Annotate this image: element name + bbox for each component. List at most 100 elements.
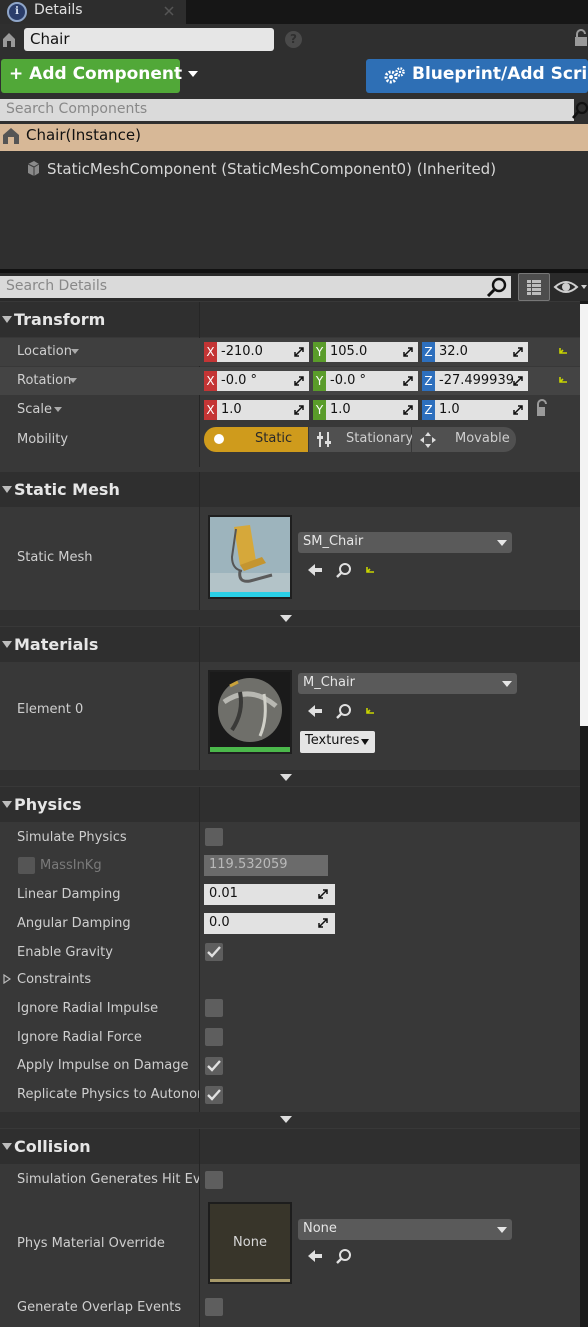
instance-label: Chair(Instance) [26,126,142,144]
mass-label: MassInKg [40,858,102,873]
replicate-physics-checkbox[interactable] [205,1086,223,1104]
browse-magnifier-icon[interactable] [335,702,353,720]
search-details-input[interactable]: Search Details [0,276,511,298]
axis-y-label: Y [313,342,326,362]
drag-handle-icon[interactable] [513,405,523,415]
drag-handle-icon[interactable] [403,347,413,357]
browse-magnifier-icon[interactable] [335,561,353,579]
axis-z-label: Z [422,342,435,362]
mass-override-checkbox[interactable] [18,857,35,874]
enable-gravity-label: Enable Gravity [17,945,113,960]
add-component-button[interactable]: + Add Component [1,59,199,93]
angular-damping-field[interactable]: 0.0 [204,913,335,934]
help-icon[interactable]: ? [285,31,302,48]
scrollbar-thumb[interactable] [580,304,588,726]
static-mesh-thumbnail[interactable] [208,515,292,599]
drag-handle-icon[interactable] [513,376,523,386]
simulate-physics-checkbox[interactable] [205,828,223,846]
category-physics[interactable] [0,787,580,822]
material-combo[interactable]: M_Chair [298,673,517,694]
static-icon [214,434,224,444]
property-matrix-button[interactable] [518,273,550,301]
sim-hit-events-checkbox[interactable] [205,1171,223,1189]
drag-handle-icon[interactable] [294,347,304,357]
close-icon[interactable] [163,5,175,17]
chevron-right-icon[interactable] [3,974,11,984]
replicate-label-clip: Replicate Physics to Autonomou [17,1087,199,1102]
blueprint-label: Blueprint/Add Script [412,64,588,84]
browse-magnifier-icon[interactable] [335,1247,353,1265]
drag-handle-icon[interactable] [318,918,328,928]
move-arrows-icon [420,432,436,448]
chevron-down-icon [497,1227,507,1233]
actor-name-input[interactable]: Chair [24,28,274,51]
sim-hit-events-label: Simulation Generates Hit Events [17,1172,199,1187]
chevron-down-icon [2,486,12,493]
splitter[interactable] [0,269,588,273]
enable-gravity-checkbox[interactable] [205,943,223,961]
stationary-icon [317,432,331,447]
axis-z-label: Z [422,400,435,420]
material-thumbnail[interactable] [208,670,292,754]
ignore-radial-force-checkbox[interactable] [205,1028,223,1046]
use-selected-arrow-icon[interactable] [306,561,324,579]
search-icon[interactable] [572,100,588,120]
axis-y-label: Y [313,371,326,391]
lock-icon[interactable] [534,398,550,418]
chevron-down-icon[interactable] [71,349,79,354]
static-mesh-value: SM_Chair [303,534,364,549]
phys-material-label: Phys Material Override [17,1236,165,1251]
drag-handle-icon[interactable] [294,405,304,415]
phys-material-value: None [303,1221,337,1236]
drag-handle-icon[interactable] [318,889,328,899]
ignore-radial-impulse-checkbox[interactable] [205,999,223,1017]
category-title: Materials [14,635,99,654]
eye-icon[interactable] [553,275,588,299]
drag-handle-icon[interactable] [294,376,304,386]
overlap-events-label: Generate Overlap Events [17,1300,182,1315]
axis-x-label: X [204,400,217,420]
use-selected-arrow-icon[interactable] [306,702,324,720]
linear-damping-field[interactable]: 0.01 [204,884,335,905]
search-components-input[interactable]: Search Components [0,99,574,121]
axis-y-label: Y [313,400,326,420]
phys-material-thumb-text: None [233,1235,267,1250]
search-icon[interactable] [486,277,508,297]
thumbnail-underline [210,1279,290,1282]
chevron-down-icon[interactable] [69,378,77,383]
material-sphere-image [210,672,290,752]
location-label: Location [17,344,72,359]
chevron-down-icon [188,71,199,77]
apply-impulse-checkbox[interactable] [205,1057,223,1075]
axis-z-label: Z [422,371,435,391]
chevron-down-icon [2,641,12,648]
reset-arrow-icon[interactable] [365,565,376,575]
reset-arrow-icon[interactable] [365,706,376,716]
use-selected-arrow-icon[interactable] [306,1247,324,1265]
phys-material-combo[interactable]: None [298,1219,512,1240]
drag-handle-icon[interactable] [513,347,523,357]
drag-handle-icon[interactable] [403,376,413,386]
overlap-events-checkbox[interactable] [205,1298,223,1316]
tab-details[interactable] [0,0,186,24]
element-0-label: Element 0 [17,702,84,717]
grid-icon [527,280,541,295]
static-mesh-label: Static Mesh [17,550,93,565]
chevron-down-icon[interactable] [54,407,62,412]
constraints-label[interactable]: Constraints [17,972,91,987]
chevron-down-icon [2,316,12,323]
rotation-label: Rotation [17,373,72,388]
axis-x-label: X [204,371,217,391]
reset-arrow-icon[interactable] [558,346,569,356]
phys-material-thumbnail[interactable]: None [208,1202,292,1284]
mobility-label: Mobility [17,432,69,447]
component-item[interactable]: StaticMeshComponent (StaticMeshComponent… [47,160,496,178]
lock-icon[interactable] [574,29,588,47]
column-divider [199,1129,200,1327]
static-mesh-combo[interactable]: SM_Chair [298,532,512,553]
angular-damping-label: Angular Damping [17,916,131,931]
textures-label: Textures [305,733,360,748]
drag-handle-icon[interactable] [403,405,413,415]
chevron-down-icon [502,681,512,687]
reset-arrow-icon[interactable] [558,375,569,385]
